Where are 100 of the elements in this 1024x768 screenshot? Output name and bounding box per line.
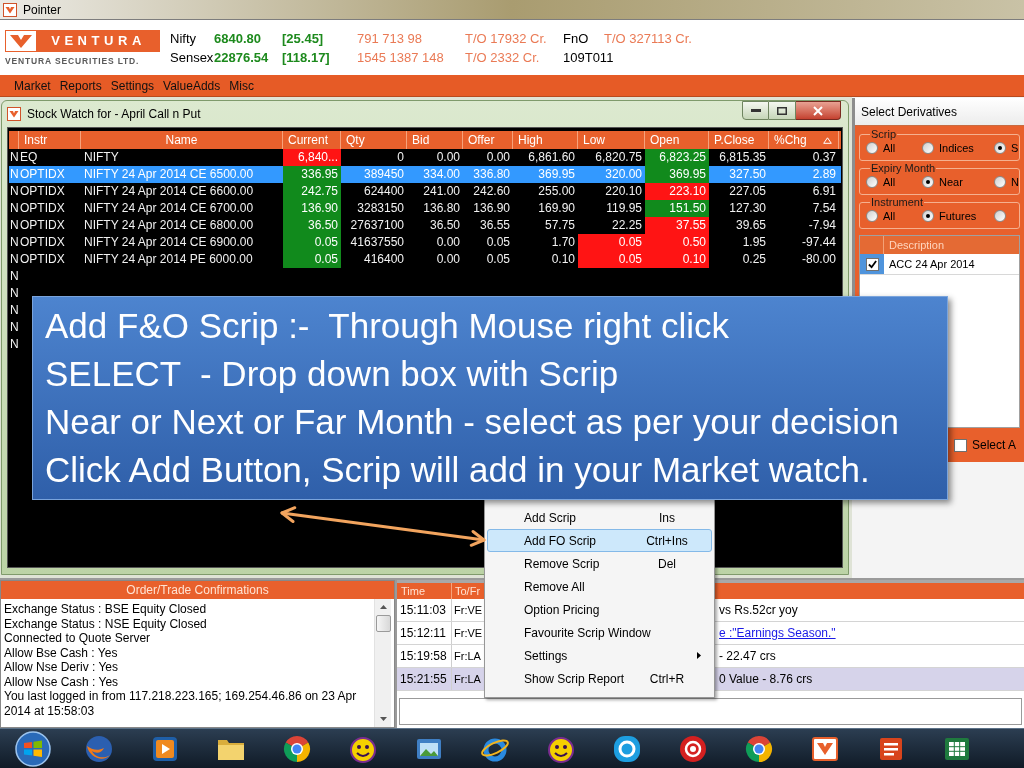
table-cell: 0.05 [578,234,645,251]
table-cell-text: 227.05 [728,183,767,200]
table-cell: Fr:VE [454,627,483,639]
table-cell-text: 0.00 [435,251,461,268]
table-cell-text: 57.75 [543,217,576,234]
table-cell-text: NIFTY 24 Apr 2014 CE 6600.00 [83,183,255,200]
volume-value: 791 713 98 [357,29,424,47]
list-cell-text: ACC 24 Apr 2014 [888,256,975,272]
index-change: [118.17] [282,48,331,66]
table-cell: 242.75 [283,183,341,200]
table-cell-text: 0.37 [811,149,837,166]
table-cell-text: 6,861.60 [527,149,576,166]
table-cell: N [9,251,19,268]
table-cell: 0.05 [578,251,645,268]
radio-label: Indices [939,140,974,156]
table-cell-text: 334.00 [422,166,461,183]
table-cell-text: 255.00 [537,183,576,200]
status-message: Exchange Status : NSE Equity Closed [4,616,208,631]
callout-text: Near or Next or Far Month - select as per your decision [45,401,900,443]
table-cell: N [9,200,19,217]
table-cell: N [9,234,19,251]
table-cell: Fr:VE [454,604,483,616]
table-cell-text: 6,820.75 [594,149,643,166]
table-cell-text: -97.44 [800,234,837,251]
table-cell-text: EQ [19,149,39,166]
callout-text: Click Add Button, Scrip will add in your Market watch. [45,449,871,491]
dialog-title: Select Derivatives [861,103,958,121]
status-message: Allow Bse Cash : Yes [4,645,119,660]
table-cell-text: 27637100 [349,217,405,234]
table-cell: Fr:LA [454,650,481,662]
table-cell-text: 127.30 [728,200,767,217]
table-cell-text: 0 Value - 8.76 crs [718,671,813,688]
callout-text: SELECT - Drop down box with Scrip [45,353,620,395]
table-cell-text: 416400 [362,251,405,268]
table-cell: N [9,183,19,200]
table-cell: 0.50 [645,234,709,251]
table-cell-text: 0.00 [435,234,461,251]
checkbox-label: Select A [972,437,1017,454]
turnover-value: T/O 2332 Cr. [465,48,541,66]
table-cell-text: 0.00 [435,149,461,166]
table-cell-text: 39.65 [734,217,767,234]
table-cell: 6,840... [283,149,341,166]
status-message: You last logged in from 117.218.223.165; 169.254.46.86 on 23 Apr 2014 at 15:58:03 [4,689,358,718]
table-cell-text: 119.95 [605,200,643,217]
table-cell: Fr:LA [454,673,481,685]
radio-label: Near [939,174,963,190]
table-cell: 151.50 [645,200,709,217]
table-cell-text: 136.80 [422,200,461,217]
table-cell-text: 242.60 [472,183,511,200]
table-cell-text: 6,815.35 [718,149,767,166]
table-cell: 6,823.25 [645,149,709,166]
table-cell-text: 0.25 [741,251,767,268]
brand-name: VENTURA [37,29,160,52]
table-cell-text: NIFTY 24 Apr 2014 CE 6700.00 [83,200,255,217]
table-cell-text: 22.25 [610,217,643,234]
panel-title: Order/Trade Confirmations [1,581,394,599]
radio-label: All [883,140,896,156]
table-cell-text: 220.10 [604,183,643,200]
table-cell-text: vs Rs.52cr yoy [718,602,798,619]
table-cell-text: 389450 [362,166,405,183]
index-change: [25.45] [282,29,325,47]
table-cell-text: 241.00 [422,183,461,200]
table-cell-text: 136.90 [472,200,511,217]
radio-label: S [1011,140,1019,156]
table-cell-text: 0.05 [485,251,511,268]
table-cell-text: 3283150 [356,200,405,217]
table-cell: 15:19:58 [397,645,452,667]
terminal-code: 109T011 [563,48,614,66]
table-cell-text: OPTIDX [19,166,66,183]
window-title: Stock Watch for - April Call n Put [27,106,201,123]
radio-label: N [1011,174,1019,190]
table-cell-text: OPTIDX [19,251,66,268]
table-cell-text: 320.00 [604,166,643,183]
index-value: 22876.54 [214,48,270,66]
table-cell-text: 369.95 [537,166,576,183]
table-cell: 15:12:11 [397,622,452,644]
table-cell-text: 0.10 [550,251,576,268]
table-cell-text: NIFTY 24 Apr 2014 CE 6900.00 [83,234,255,251]
table-cell: 136.90 [283,200,341,217]
table-cell: 15:21:55 [397,668,452,690]
table-cell-text: NIFTY 24 Apr 2014 CE 6500.00 [83,166,255,183]
table-cell-text: -80.00 [800,251,837,268]
table-cell-text: 1.95 [741,234,767,251]
table-cell: 369.95 [645,166,709,183]
table-cell-text: -7.94 [807,217,837,234]
radio-label: Futures [939,208,977,224]
index-value: 6840.80 [214,29,262,47]
table-cell-text: 624400 [362,183,405,200]
table-cell: 37.55 [645,217,709,234]
window-title: Pointer [23,1,62,19]
brand-tagline: VENTURA SECURITIES LTD. [5,55,141,66]
table-cell: N [9,149,19,166]
table-cell: N [9,166,19,183]
table-cell: 336.95 [283,166,341,183]
volume-value: 1545 1387 148 [357,48,445,66]
status-message: Connected to Quote Server [4,631,152,646]
table-cell-text: 6.91 [811,183,837,200]
turnover-value: T/O 327113 Cr. [604,29,692,47]
group-label: Scrip [870,128,898,140]
table-cell-text: 1.70 [550,234,576,251]
